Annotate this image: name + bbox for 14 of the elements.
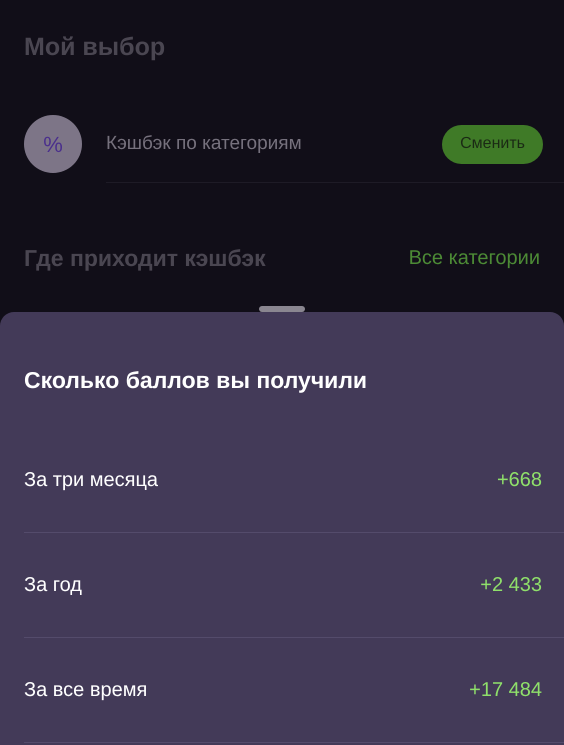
change-button[interactable]: Сменить xyxy=(442,124,543,164)
sheet-title: Сколько баллов вы получили xyxy=(24,366,368,395)
percent-icon: % xyxy=(24,115,82,173)
page-title: Мой выбор xyxy=(24,32,166,63)
period-label: За три месяца xyxy=(24,468,158,493)
points-value: +2 433 xyxy=(480,573,542,598)
section-title: Где приходит кэшбэк xyxy=(24,244,266,273)
all-categories-link[interactable]: Все категории xyxy=(408,243,540,274)
points-value: +17 484 xyxy=(469,678,542,703)
option-label: Кэшбэк по категориям xyxy=(106,132,303,156)
period-label: За год xyxy=(24,573,82,598)
sheet-handle[interactable] xyxy=(259,306,305,312)
period-label: За все время xyxy=(24,678,148,703)
points-value: +668 xyxy=(496,468,542,493)
